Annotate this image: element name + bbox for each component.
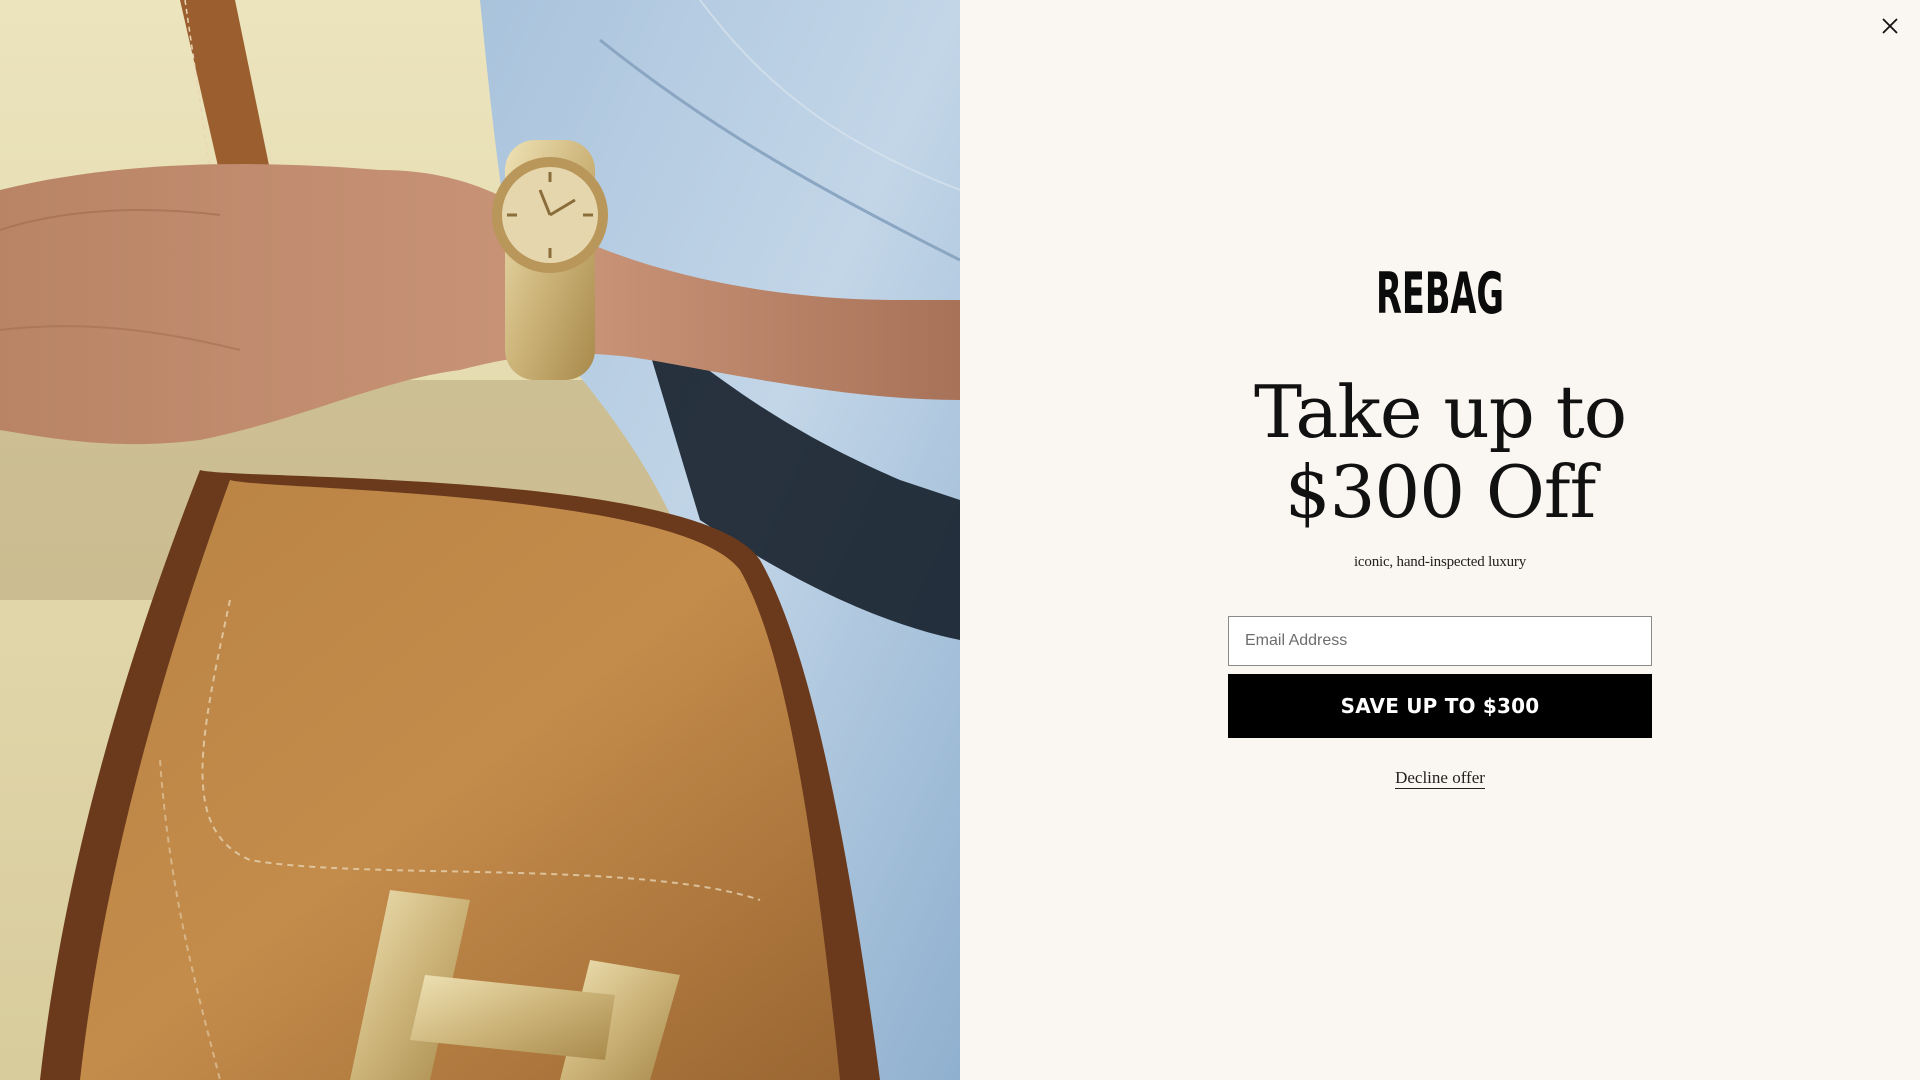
rebag-logo-icon: REBAG: [1376, 262, 1504, 322]
hero-image: [0, 0, 960, 1080]
close-icon: [1882, 18, 1898, 34]
decline-container: Decline offer: [960, 768, 1920, 789]
brand-logo: REBAG: [960, 262, 1920, 327]
offer-modal: REBAG Take up to $300 Off iconic, hand-i…: [960, 0, 1920, 1080]
save-offer-button[interactable]: SAVE UP TO $300: [1228, 674, 1652, 738]
brand-logo-text: REBAG: [1376, 262, 1504, 322]
hero-image-illustration: [0, 0, 960, 1080]
decline-offer-link[interactable]: Decline offer: [1395, 768, 1485, 789]
offer-headline: Take up to $300 Off: [960, 372, 1920, 532]
email-field[interactable]: [1228, 616, 1652, 666]
headline-line1: Take up to: [1253, 370, 1627, 454]
close-button[interactable]: [1876, 12, 1904, 40]
headline-line2: $300 Off: [1284, 450, 1596, 534]
offer-subtitle: iconic, hand-inspected luxury: [1353, 554, 1527, 570]
